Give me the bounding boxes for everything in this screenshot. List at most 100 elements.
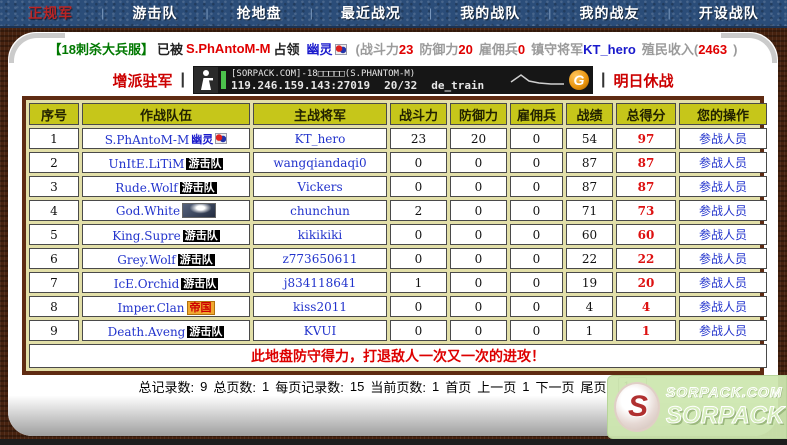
nav-item-6[interactable]: 我的战友 bbox=[579, 3, 639, 23]
traffic-sparkline bbox=[509, 70, 567, 90]
stat-label: 雇佣兵 bbox=[479, 42, 518, 57]
team-badge-guerrilla: 游击队 bbox=[187, 326, 224, 338]
general-cell[interactable]: chunchun bbox=[253, 200, 387, 221]
team-cell: S.PhAntoM-M幽灵 bbox=[82, 128, 250, 149]
nav-item-7[interactable]: 开设战队 bbox=[699, 3, 759, 23]
cs-player-icon bbox=[194, 67, 218, 93]
defense-cell: 0 bbox=[450, 200, 507, 221]
page-link-4[interactable]: 下一页 bbox=[535, 377, 574, 396]
table-row: 5King.Supre游击队kikikiki0006060参战人员 bbox=[29, 224, 767, 245]
table-header-row: 序号作战队伍主战将军战斗力防御力雇佣兵战绩总得分您的操作 bbox=[29, 103, 767, 125]
join-personnel-link[interactable]: 参战人员 bbox=[679, 320, 767, 341]
team-badge-guerrilla: 游击队 bbox=[180, 182, 217, 194]
map-name: de_train bbox=[431, 80, 484, 92]
server-info: [SORPACK.COM]-18□□□□□(S.PHANTOM-M) 119.2… bbox=[231, 68, 509, 92]
truce-notice: 明日休战 bbox=[613, 70, 673, 91]
mercenary-cell: 0 bbox=[510, 296, 563, 317]
join-personnel-link[interactable]: 参战人员 bbox=[679, 200, 767, 221]
team-cell: God.White bbox=[82, 200, 250, 221]
battle-table-box: 序号作战队伍主战将军战斗力防御力雇佣兵战绩总得分您的操作 1S.PhAntoM-… bbox=[22, 96, 764, 375]
occupancy-banner: 【18刺杀大兵服】 已被 S.PhAntoM-M 占领 幽灵 (战斗力23防御力… bbox=[8, 32, 778, 64]
nav-item-4[interactable]: 最近战况 bbox=[341, 3, 401, 23]
page-link-3[interactable]: 1 bbox=[522, 379, 529, 394]
pagination-stat-value: 1 bbox=[262, 379, 269, 394]
team-name[interactable]: God.White bbox=[116, 204, 180, 218]
score-cell: 97 bbox=[616, 128, 676, 149]
deploy-troops-link[interactable]: 增派驻军 bbox=[113, 70, 173, 91]
team-name[interactable]: Grey.Wolf bbox=[117, 253, 175, 267]
header-cell: 序号 bbox=[29, 103, 79, 125]
header-cell: 作战队伍 bbox=[82, 103, 250, 125]
table-row: 1S.PhAntoM-M幽灵KT_hero232005497参战人员 bbox=[29, 128, 767, 149]
mercenary-cell: 0 bbox=[510, 176, 563, 197]
table-row: 8Imper.Clan帝国kiss201100044参战人员 bbox=[29, 296, 767, 317]
join-personnel-link[interactable]: 参战人员 bbox=[679, 248, 767, 269]
team-cell: Grey.Wolf游击队 bbox=[82, 248, 250, 269]
nav-item-1[interactable]: 正规军 bbox=[28, 3, 73, 23]
clan-badge[interactable]: 幽灵 bbox=[307, 39, 347, 58]
sorpack-emblem bbox=[614, 382, 660, 432]
stat-label: (战斗力 bbox=[356, 42, 399, 57]
mercenary-cell: 0 bbox=[510, 248, 563, 269]
table-row: 4God.Whitechunchun2007173参战人员 bbox=[29, 200, 767, 221]
header-cell: 主战将军 bbox=[253, 103, 387, 125]
nav-divider: | bbox=[205, 6, 208, 20]
rank-cell: 5 bbox=[29, 224, 79, 245]
join-personnel-link[interactable]: 参战人员 bbox=[679, 296, 767, 317]
nav-item-5[interactable]: 我的战队 bbox=[460, 3, 520, 23]
join-personnel-link[interactable]: 参战人员 bbox=[679, 152, 767, 173]
team-name[interactable]: Death.Aveng bbox=[108, 325, 186, 339]
header-cell: 战斗力 bbox=[390, 103, 447, 125]
record-cell: 4 bbox=[566, 296, 613, 317]
team-name[interactable]: Rude.Wolf bbox=[115, 181, 177, 195]
nav-item-3[interactable]: 抢地盘 bbox=[237, 3, 282, 23]
team-logo-image bbox=[182, 203, 216, 218]
team-name[interactable]: Imper.Clan bbox=[117, 301, 184, 315]
server-address: 119.246.159.143:27019 bbox=[231, 80, 370, 92]
stat-value[interactable]: KT_hero bbox=[583, 42, 636, 57]
header-cell: 雇佣兵 bbox=[510, 103, 563, 125]
join-personnel-link[interactable]: 参战人员 bbox=[679, 272, 767, 293]
general-cell[interactable]: wangqiandaqi0 bbox=[253, 152, 387, 173]
join-personnel-link[interactable]: 参战人员 bbox=[679, 128, 767, 149]
join-personnel-link[interactable]: 参战人员 bbox=[679, 176, 767, 197]
table-row: 2UnItE.LiTiM游击队wangqiandaqi00008787参战人员 bbox=[29, 152, 767, 173]
record-cell: 87 bbox=[566, 176, 613, 197]
occupier-name[interactable]: S.PhAntoM-M bbox=[186, 41, 270, 56]
defense-cell: 20 bbox=[450, 128, 507, 149]
stat-value: 20 bbox=[458, 42, 472, 57]
attack-cell: 0 bbox=[390, 152, 447, 173]
join-personnel-link[interactable]: 参战人员 bbox=[679, 224, 767, 245]
team-name[interactable]: IcE.Orchid bbox=[114, 277, 180, 291]
record-cell: 87 bbox=[566, 152, 613, 173]
nav-item-2[interactable]: 游击队 bbox=[132, 3, 177, 23]
table-row: 3Rude.Wolf游击队Vickers0008787参战人员 bbox=[29, 176, 767, 197]
defense-cell: 0 bbox=[450, 248, 507, 269]
table-body: 1S.PhAntoM-M幽灵KT_hero232005497参战人员2UnItE… bbox=[29, 128, 767, 368]
server-banner[interactable]: [SORPACK.COM]-18□□□□□(S.PHANTOM-M) 119.2… bbox=[193, 66, 593, 94]
score-cell: 73 bbox=[616, 200, 676, 221]
page-link-1[interactable]: 首页 bbox=[445, 377, 471, 396]
bar-divider-right: | bbox=[601, 71, 605, 89]
page-link-2[interactable]: 上一页 bbox=[477, 377, 516, 396]
nav-divider: | bbox=[668, 6, 671, 20]
general-cell[interactable]: Vickers bbox=[253, 176, 387, 197]
defense-cell: 0 bbox=[450, 224, 507, 245]
team-name[interactable]: King.Supre bbox=[112, 229, 181, 243]
header-cell: 总得分 bbox=[616, 103, 676, 125]
record-cell: 71 bbox=[566, 200, 613, 221]
watermark-logo: SORPACK.COM SORPACK bbox=[607, 375, 787, 439]
team-name[interactable]: UnItE.LiTiM bbox=[109, 157, 185, 171]
page-link-5[interactable]: 尾页 bbox=[580, 377, 606, 396]
general-cell[interactable]: z773650611 bbox=[253, 248, 387, 269]
pagination-stat-value: 9 bbox=[200, 379, 207, 394]
team-name[interactable]: S.PhAntoM-M bbox=[105, 133, 189, 147]
general-cell[interactable]: kikikiki bbox=[253, 224, 387, 245]
score-cell: 4 bbox=[616, 296, 676, 317]
general-cell[interactable]: KT_hero bbox=[253, 128, 387, 149]
general-cell[interactable]: j834118641 bbox=[253, 272, 387, 293]
general-cell[interactable]: kiss2011 bbox=[253, 296, 387, 317]
team-cell: IcE.Orchid游击队 bbox=[82, 272, 250, 293]
player-count-bar bbox=[221, 71, 226, 89]
general-cell[interactable]: KVUI bbox=[253, 320, 387, 341]
